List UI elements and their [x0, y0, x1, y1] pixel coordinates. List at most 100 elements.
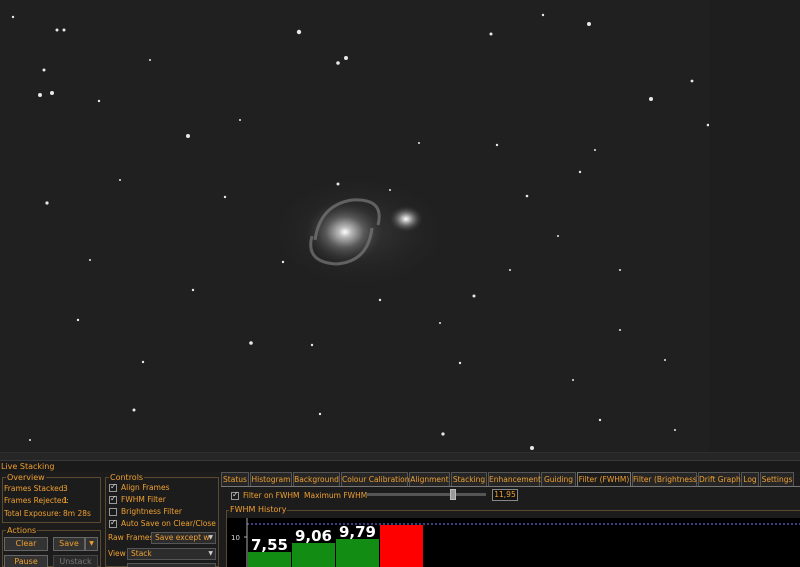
filter-on-fwhm-label: Filter on FWHM: [243, 491, 300, 500]
star: [239, 119, 241, 121]
star: [441, 432, 445, 436]
chevron-down-icon: ▼: [208, 534, 213, 541]
star: [76, 318, 80, 322]
view-label: View: [108, 549, 126, 558]
filter-on-fwhm-checkbox[interactable]: [231, 490, 239, 500]
star: [119, 179, 121, 181]
star: [249, 341, 253, 345]
max-fwhm-slider-thumb[interactable]: [450, 489, 456, 500]
star: [344, 56, 348, 60]
max-fwhm-slider-track[interactable]: [366, 493, 486, 496]
view-select[interactable]: Stack ▼: [127, 548, 216, 560]
star: [89, 259, 91, 261]
auto-save-label: Auto Save on Clear/Close: [121, 519, 216, 528]
star: [97, 99, 101, 103]
tab-status[interactable]: Status: [221, 472, 249, 486]
star: [186, 134, 190, 138]
star: [472, 294, 476, 298]
panel-title: Live Stacking: [0, 461, 800, 472]
auto-save-checkbox[interactable]: [109, 518, 117, 528]
tab-filter-brightness[interactable]: Filter (Brightness): [632, 472, 700, 486]
tab-bar: Status Histogram Background Colour Calibrat…: [221, 472, 800, 487]
star: [572, 379, 574, 381]
tab-filter-fwhm[interactable]: Filter (FWHM): [577, 472, 631, 487]
save-dropdown-button[interactable]: ▼: [85, 537, 98, 551]
stacked-image: [11, 13, 709, 450]
star: [191, 288, 195, 292]
fwhm-bar-label: 9,79: [339, 523, 376, 541]
horizontal-scrollbar[interactable]: [0, 452, 800, 460]
star: [525, 194, 529, 198]
star: [530, 446, 534, 450]
star: [336, 182, 340, 186]
tab-alignment[interactable]: Alignment: [409, 472, 450, 486]
fwhm-history-title: FWHM History: [229, 505, 288, 514]
star: [389, 189, 391, 191]
y-tick-label: 10: [231, 534, 240, 542]
tab-drift-graph[interactable]: Drift Graph: [698, 472, 741, 486]
star: [50, 91, 54, 95]
star: [557, 235, 559, 237]
star: [336, 61, 340, 65]
star: [674, 429, 676, 431]
image-viewer[interactable]: [0, 0, 709, 452]
align-frames-checkbox[interactable]: [109, 482, 117, 492]
star: [38, 93, 42, 97]
tab-histogram[interactable]: Histogram: [250, 472, 292, 486]
tab-enhancement[interactable]: Enhancement: [488, 472, 541, 486]
save-button[interactable]: Save: [53, 537, 85, 551]
star: [619, 269, 621, 271]
star: [296, 29, 302, 35]
fwhm-filter-label: FWHM Filter: [121, 495, 166, 504]
raw-frames-select[interactable]: Save except w ▼: [151, 532, 216, 544]
star: [223, 195, 227, 199]
controls-title: Controls: [109, 473, 145, 482]
star: [664, 359, 666, 361]
clear-button[interactable]: Clear: [4, 537, 48, 551]
star: [690, 79, 694, 83]
unstack-button[interactable]: Unstack: [53, 555, 98, 567]
star: [541, 13, 545, 17]
pause-button[interactable]: Pause: [4, 555, 48, 567]
fwhm-bar: [292, 543, 335, 567]
star: [42, 68, 46, 72]
star: [318, 412, 322, 416]
view-option-select[interactable]: [127, 563, 216, 567]
star: [619, 329, 621, 331]
frames-stacked-label: Frames Stacked:: [4, 484, 67, 493]
star: [649, 97, 653, 101]
star: [281, 260, 285, 264]
raw-frames-value: Save except w: [155, 533, 210, 542]
tab-background[interactable]: Background: [293, 472, 340, 486]
fwhm-filter-checkbox[interactable]: [109, 494, 117, 504]
tab-stacking[interactable]: Stacking: [451, 472, 487, 486]
star: [495, 143, 499, 147]
tab-colour-calibration[interactable]: Colour Calibration: [341, 472, 410, 486]
tab-guiding[interactable]: Guiding: [541, 472, 576, 486]
fwhm-bar-label: 7,55: [251, 536, 288, 554]
star: [578, 170, 582, 174]
frames-stacked-value: 3: [63, 484, 68, 493]
star: [509, 269, 511, 271]
max-fwhm-value-field[interactable]: 11,95: [492, 489, 518, 501]
star: [132, 408, 136, 412]
star: [594, 149, 596, 151]
star: [45, 201, 49, 205]
frames-rejected-value: 1: [63, 496, 68, 505]
fwhm-bar-label: 9,06: [295, 527, 332, 545]
fwhm-bar: [380, 525, 423, 567]
star: [598, 418, 602, 422]
fwhm-bar: [248, 552, 291, 567]
tab-settings[interactable]: Settings: [760, 472, 794, 486]
app-window: Live Stacking Overview Frames Stacked: 3…: [0, 0, 800, 567]
star: [458, 361, 462, 365]
view-value: Stack: [131, 549, 152, 558]
tab-log[interactable]: Log: [741, 472, 759, 486]
brightness-filter-checkbox[interactable]: [109, 508, 117, 516]
star: [62, 28, 66, 32]
total-exposure-label: Total Exposure:: [4, 509, 62, 518]
actions-title: Actions: [6, 526, 38, 535]
overview-title: Overview: [6, 473, 46, 482]
star: [418, 142, 420, 144]
star: [149, 59, 151, 61]
